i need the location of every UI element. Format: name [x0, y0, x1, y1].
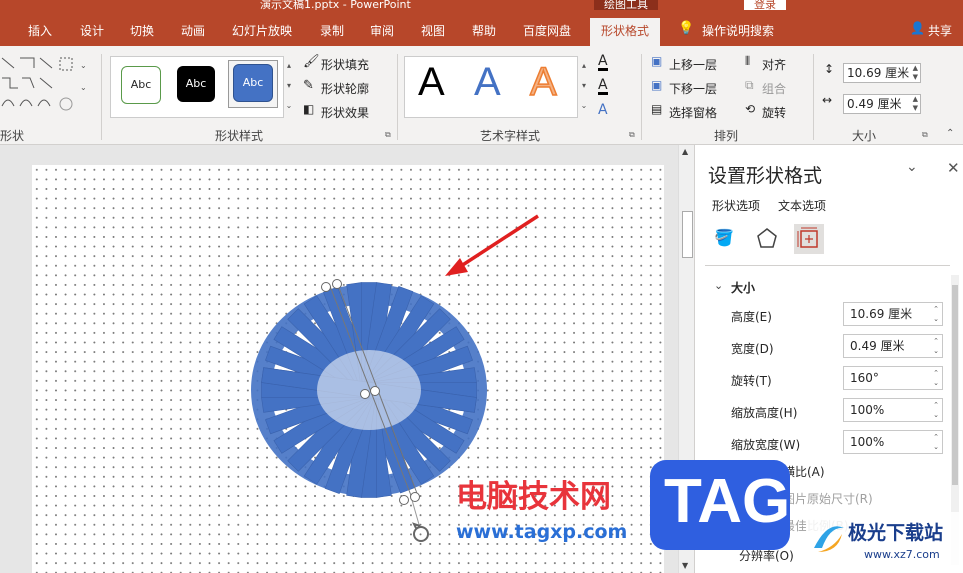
chevron-down-icon[interactable]: ⌄ — [714, 279, 723, 292]
tag-logo-text: TAG — [664, 467, 791, 536]
pane-scroll-thumb[interactable] — [952, 285, 958, 485]
tab-text-options[interactable]: 文本选项 — [778, 197, 826, 214]
scale-width-label: 缩放宽度(W) — [731, 438, 801, 452]
resize-handle[interactable] — [410, 492, 420, 502]
scale-height-value: 100% — [850, 403, 885, 417]
height-label: 高度(E) — [731, 310, 772, 324]
resize-handle[interactable] — [370, 386, 380, 396]
separator — [705, 265, 950, 266]
scale-height-input[interactable]: 100% ⌃ ⌄ — [843, 398, 943, 422]
size-properties-icon — [797, 227, 818, 248]
tab-shape-options[interactable]: 形状选项 — [712, 197, 760, 214]
tag-logo: TAG — [650, 460, 790, 550]
width-input[interactable]: 0.49 厘米 ⌃ ⌄ — [843, 334, 943, 358]
chevron-down-icon[interactable]: ⌄ — [906, 159, 918, 175]
scroll-up-icon[interactable]: ▲ — [682, 147, 688, 156]
width-label: 宽度(D) — [731, 342, 774, 356]
scale-width-input[interactable]: 100% ⌃ ⌄ — [843, 430, 943, 454]
size-section-header[interactable]: 大小 — [731, 279, 755, 296]
close-icon[interactable]: ✕ — [947, 159, 960, 177]
xz7-logo-text: 极光下载站 — [848, 522, 944, 544]
xz7-logo: 极光下载站 www.xz7.com — [806, 512, 963, 570]
rotation-label: 旋转(T) — [731, 374, 772, 388]
spinner-arrows[interactable]: ⌃ ⌄ — [933, 400, 939, 420]
swirl-logo-icon — [814, 526, 844, 552]
resize-handle[interactable] — [321, 282, 331, 292]
rotation-input[interactable]: 160° ⌃ ⌄ — [843, 366, 943, 390]
spinner-arrows[interactable]: ⌃ ⌄ — [933, 304, 939, 324]
resize-handle[interactable] — [332, 279, 342, 289]
height-value: 10.69 厘米 — [850, 307, 913, 321]
resize-handle[interactable] — [399, 495, 409, 505]
size-properties-tab[interactable] — [794, 224, 824, 254]
spinner-arrows[interactable]: ⌃ ⌄ — [933, 336, 939, 356]
pane-title: 设置形状格式 — [708, 165, 823, 187]
fill-line-icon[interactable]: 🪣 — [714, 228, 734, 247]
width-value: 0.49 厘米 — [850, 339, 905, 353]
resize-handle[interactable] — [360, 389, 370, 399]
rotation-value: 160° — [850, 371, 879, 385]
ring-center — [317, 350, 421, 430]
annotation-arrow-icon — [445, 214, 539, 276]
spinner-arrows[interactable]: ⌃ ⌄ — [933, 368, 939, 388]
watermark-url: www.tagxp.com — [456, 521, 628, 543]
scale-width-value: 100% — [850, 435, 885, 449]
spinner-arrows[interactable]: ⌃ ⌄ — [933, 432, 939, 452]
rotation-handle-icon[interactable] — [412, 522, 429, 542]
scale-height-label: 缩放高度(H) — [731, 406, 798, 420]
blue-spoke-shapes[interactable] — [251, 282, 487, 498]
effects-pentagon-icon[interactable] — [756, 227, 778, 249]
scroll-thumb[interactable] — [682, 211, 693, 258]
scroll-down-icon[interactable]: ▼ — [682, 561, 688, 570]
height-input[interactable]: 10.69 厘米 ⌃ ⌄ — [843, 302, 943, 326]
watermark-site-name: 电脑技术网 — [456, 479, 611, 515]
xz7-logo-url: www.xz7.com — [864, 548, 940, 561]
